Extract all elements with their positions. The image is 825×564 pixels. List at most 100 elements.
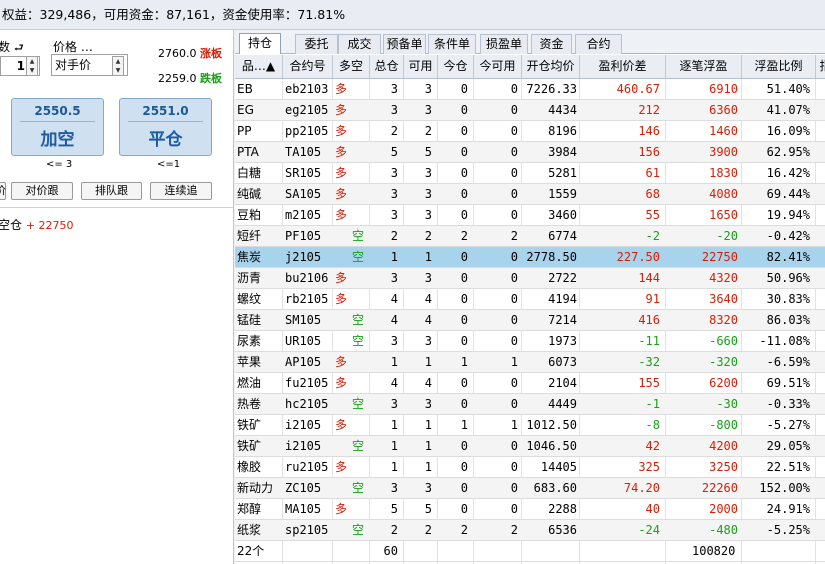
table-row[interactable]: 郑醇 MA105 多 5 5 0 0 2288 40 2000 24.91%	[235, 499, 825, 520]
table-row[interactable]: 铁矿 i2105 空 1 1 0 0 1046.50 42 4200 29.05%	[235, 436, 825, 457]
col-today-available-cell: 0	[510, 208, 518, 222]
col-contract-cell: MA105	[285, 502, 322, 516]
table-row[interactable]: 豆粕 m2105 多 3 3 0 0 3460 55 1650 19.94%	[235, 205, 825, 226]
table-row[interactable]: 铁矿 i2105 多 1 1 1 1 1012.50 -8 -800 -5.27%	[235, 415, 825, 436]
col-today-available-cell: 0	[510, 334, 518, 348]
price-spinner[interactable]: ▲ ▼	[112, 56, 124, 76]
tab-orders[interactable]: 委托	[295, 34, 338, 54]
col-profit-spread-cell: 40	[645, 502, 660, 516]
table-row[interactable]: 橡胶 ru2105 多 1 1 0 0 14405 325 3250 22.51%	[235, 457, 825, 478]
col-avg-open-header[interactable]: 开仓均价	[522, 55, 580, 78]
col-direction-cell: 多	[335, 355, 348, 369]
col-avg-open-cell: 4449	[548, 397, 577, 411]
table-row[interactable]: 短纤 PF105 空 2 2 2 2 6774 -2 -20 -0.42%	[235, 226, 825, 247]
col-available-header[interactable]: 可用	[404, 55, 438, 78]
tab-contracts[interactable]: 合约	[575, 34, 622, 54]
col-product-cell: 豆粕	[237, 208, 262, 222]
col-product-cell: 沥青	[237, 271, 262, 285]
col-available-cell: 1	[424, 250, 432, 264]
close-position-label: 平仓	[148, 130, 183, 150]
col-float-pnl-cell: -20	[716, 229, 738, 243]
col-avg-open-cell: 2104	[548, 376, 577, 390]
col-contract-header[interactable]: 合约号	[283, 55, 333, 78]
col-today-available-cell: 1	[510, 418, 518, 432]
col-float-ratio-cell: 16.09%	[766, 124, 810, 138]
col-today-cell: 2	[460, 229, 468, 243]
col-avg-open-cell: 8196	[548, 124, 577, 138]
table-row[interactable]: 新动力 ZC105 空 3 3 0 0 683.60 74.20 22260 152.00%	[235, 478, 825, 499]
col-product-cell: 螺纹	[237, 292, 262, 306]
col-float-ratio-cell: -5.27%	[766, 418, 810, 432]
table-row[interactable]: 沥青 bu2106 多 3 3 0 0 2722 144 4320 50.96%	[235, 268, 825, 289]
close-position-button[interactable]: 2551.0 平仓	[119, 98, 212, 156]
col-available-cell: 2	[424, 229, 432, 243]
col-float-pnl-header[interactable]: 逐笔浮盈	[666, 55, 742, 78]
col-profit-spread-cell: 212	[638, 103, 660, 117]
col-product-cell: 橡胶	[237, 460, 262, 474]
table-row[interactable]: 螺纹 rb2105 多 4 4 0 0 4194 91 3640 30.83%	[235, 289, 825, 310]
counter-price-follow-button[interactable]: 对价跟	[11, 182, 73, 200]
table-row[interactable]: 尿素 UR105 空 3 3 0 0 1973 -11 -660 -11.08%	[235, 331, 825, 352]
table-row[interactable]: 热卷 hc2105 空 3 3 0 0 4449 -1 -30 -0.33%	[235, 394, 825, 415]
col-profit-spread-header[interactable]: 盈利价差	[580, 55, 666, 78]
table-row[interactable]: 苹果 AP105 多 1 1 1 1 6073 -32 -320 -6.59%	[235, 352, 825, 373]
table-row[interactable]: 纯碱 SA105 多 3 3 0 0 1559 68 4080 69.44%	[235, 184, 825, 205]
tab-stop-profit[interactable]: 损盈单	[480, 34, 528, 54]
col-today-available-cell: 0	[510, 460, 518, 474]
continuous-chase-button[interactable]: 连续追	[150, 182, 212, 200]
table-row[interactable]: 纸浆 sp2105 空 2 2 2 2 6536 -24 -480 -5.25%	[235, 520, 825, 541]
col-direction-cell: 多	[335, 208, 348, 222]
tab-funds[interactable]: 资金	[531, 34, 572, 54]
col-today-header[interactable]: 今仓	[438, 55, 474, 78]
col-total-header[interactable]: 总仓	[370, 55, 404, 78]
tab-pending[interactable]: 预备单	[383, 34, 426, 54]
col-profit-spread-cell: 55	[645, 208, 660, 222]
col-available-cell: 5	[424, 145, 432, 159]
queue-follow-button[interactable]: 排队跟	[81, 182, 142, 200]
tab-trades[interactable]: 成交	[338, 34, 381, 54]
col-avg-open-cell: 2722	[548, 271, 577, 285]
col-float-ratio-header[interactable]: 浮盈比例	[742, 55, 816, 78]
col-float-ratio-cell: 69.51%	[766, 376, 810, 390]
col-today-available-header[interactable]: 今可用	[474, 55, 522, 78]
tab-conditional[interactable]: 条件单	[428, 34, 476, 54]
col-direction-cell: 空	[351, 229, 364, 243]
col-product-cell: EG	[237, 103, 254, 117]
col-float-pnl-cell: 4320	[709, 271, 738, 285]
price-follow-button[interactable]: 价	[0, 182, 6, 200]
table-row[interactable]: 焦炭 j2105 空 1 1 0 0 2778.50 227.50 22750 82.41%	[235, 247, 825, 268]
col-available-cell: 4	[424, 313, 432, 327]
col-product-header[interactable]: 品…▲	[235, 55, 283, 78]
qty-spinner[interactable]: ▲ ▼	[26, 56, 38, 76]
close-position-price: 2551.0	[142, 104, 189, 118]
col-product-cell: 纸浆	[237, 523, 262, 537]
col-more-header[interactable]: 指	[816, 55, 825, 78]
col-float-pnl-cell: 4200	[709, 439, 738, 453]
col-available-cell: 5	[424, 502, 432, 516]
table-row[interactable]: 锰硅 SM105 空 4 4 0 0 7214 416 8320 86.03%	[235, 310, 825, 331]
col-float-pnl-cell: -800	[709, 418, 738, 432]
col-today-available-cell: 0	[510, 82, 518, 96]
col-total-cell: 3	[390, 82, 398, 96]
col-direction-cell: 多	[335, 460, 348, 474]
tab-positions[interactable]: 持仓	[239, 33, 281, 54]
col-available-cell: 3	[424, 397, 432, 411]
col-today-available-cell: 0	[510, 439, 518, 453]
col-float-ratio-cell: 24.91%	[766, 502, 810, 516]
table-row[interactable]: PP pp2105 多 2 2 0 0 8196 146 1460 16.09%	[235, 121, 825, 142]
col-direction-header[interactable]: 多空	[333, 55, 370, 78]
col-total-cell: 1	[390, 439, 398, 453]
col-total-cell: 3	[390, 166, 398, 180]
col-total-cell: 2	[390, 229, 398, 243]
col-today-cell: 0	[460, 145, 468, 159]
table-row[interactable]: EB eb2103 多 3 3 0 0 7226.33 460.67 6910 51.40%	[235, 79, 825, 100]
position-panel: 持仓 委托 成交 预备单 条件单 损盈单 资金 合约 品…▲ 合约号 多空 总仓 可用 今仓 今可用 开仓均…	[235, 30, 825, 564]
table-row[interactable]: PTA TA105 多 5 5 0 0 3984 156 3900 62.95%	[235, 142, 825, 163]
col-contract-cell: eb2103	[285, 82, 329, 96]
col-product-cell: 铁矿	[237, 418, 262, 432]
table-row[interactable]: 白糖 SR105 多 3 3 0 0 5281 61 1830 16.42%	[235, 163, 825, 184]
table-row[interactable]: EG eg2105 多 3 3 0 0 4434 212 6360 41.07%	[235, 100, 825, 121]
open-short-button[interactable]: 2550.5 加空	[11, 98, 104, 156]
col-today-available-cell: 2	[510, 523, 518, 537]
table-row[interactable]: 燃油 fu2105 多 4 4 0 0 2104 155 6200 69.51%	[235, 373, 825, 394]
